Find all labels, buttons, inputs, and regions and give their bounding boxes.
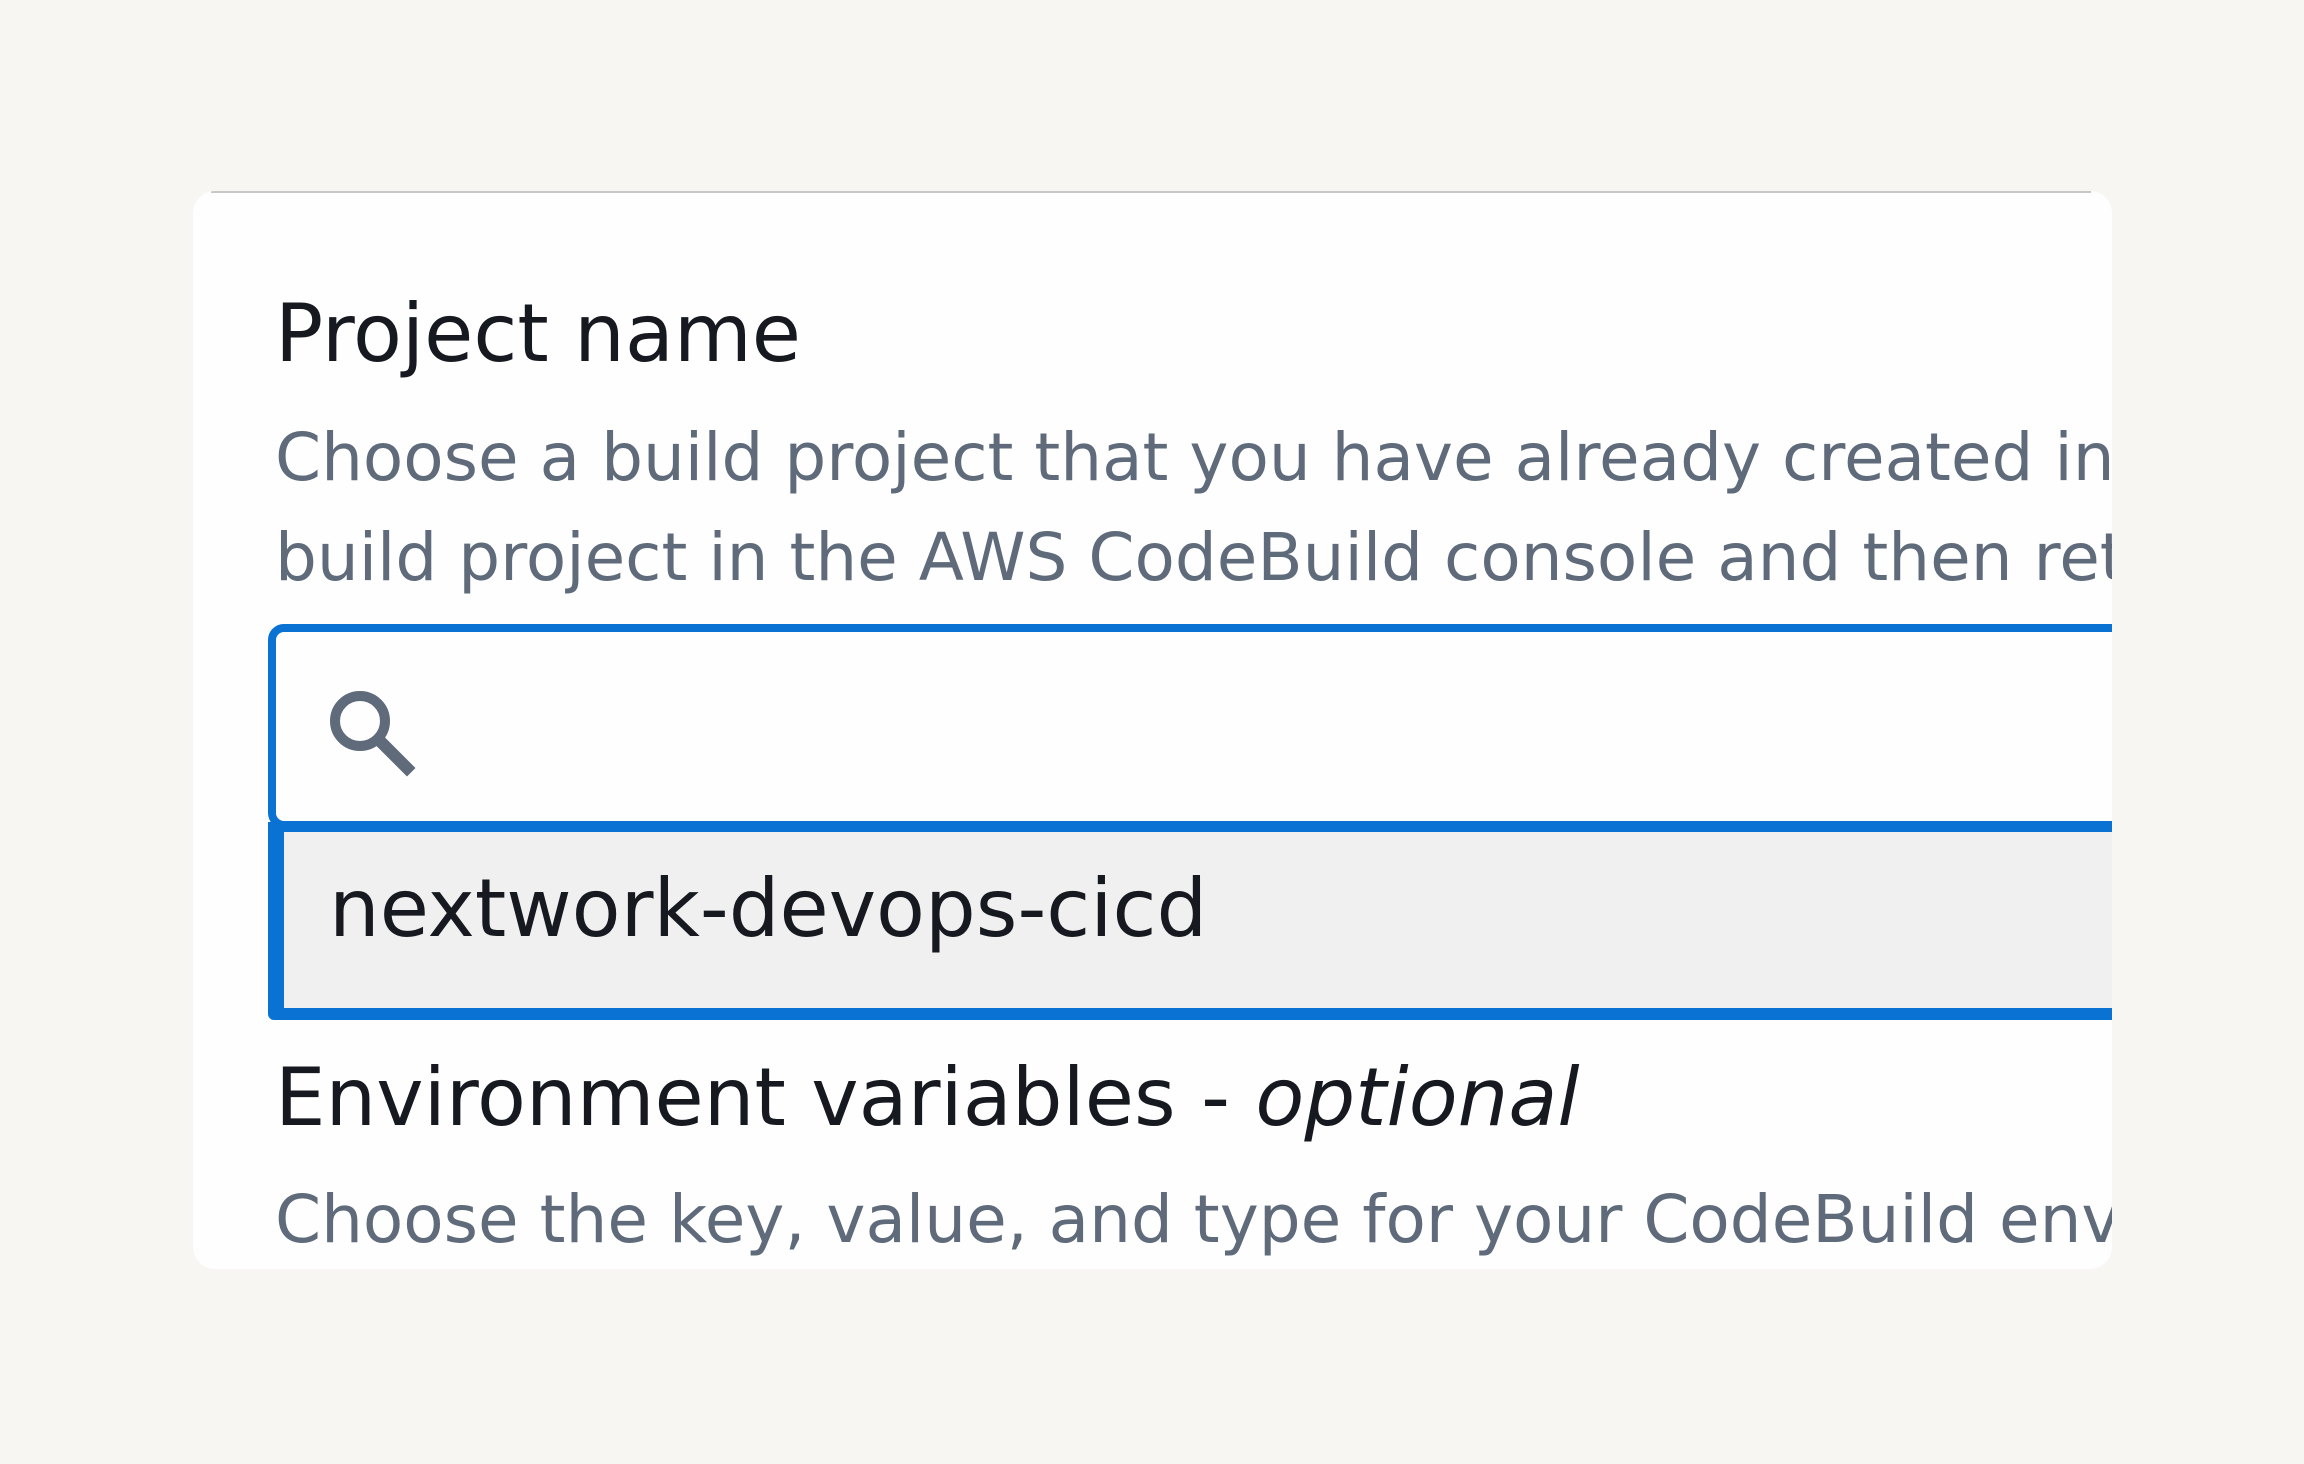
project-search-box[interactable]: × (268, 624, 2112, 829)
project-search-input[interactable] (446, 664, 2112, 790)
search-icon (330, 691, 416, 777)
project-settings-card: Project name Choose a build project that… (193, 191, 2112, 1269)
environment-variables-label: Environment variables - optional (275, 1058, 1580, 1138)
project-name-description: Choose a build project that you have alr… (275, 408, 2112, 608)
environment-variables-description: Choose the key, value, and type for your… (275, 1181, 2112, 1258)
project-options-dropdown: nextwork-devops-cicd (268, 822, 2112, 1020)
environment-variables-label-text: Environment variables - (275, 1051, 1256, 1144)
optional-label: optional (1255, 1051, 1580, 1144)
project-name-description-line-1: Choose a build project that you have alr… (275, 419, 2112, 496)
project-option[interactable]: nextwork-devops-cicd (284, 832, 2112, 1008)
card-divider (211, 191, 2091, 193)
clear-icon[interactable]: × (2105, 699, 2112, 769)
project-search-combobox[interactable]: × nextwork-devops-cicd (268, 624, 2112, 1020)
project-name-label: Project name (275, 287, 802, 380)
project-option-label: nextwork-devops-cicd (329, 862, 1208, 955)
project-name-description-line-2: build project in the AWS CodeBuild conso… (275, 519, 2112, 596)
